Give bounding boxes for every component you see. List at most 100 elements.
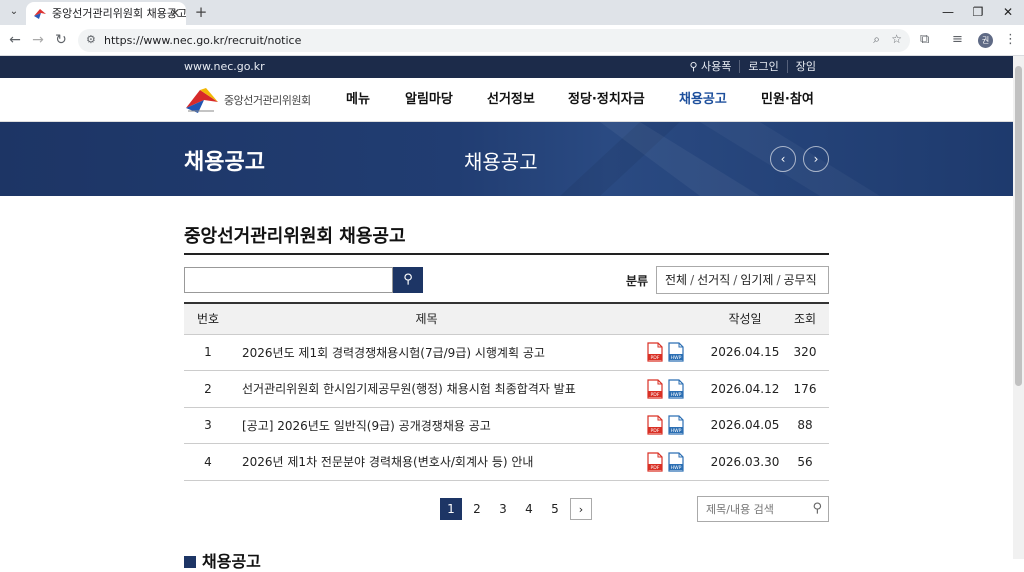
banner-next-button[interactable]: › bbox=[803, 146, 829, 172]
pdf-file-icon[interactable]: PDF bbox=[646, 379, 663, 399]
category-fixed-term[interactable]: 임기제 bbox=[740, 273, 773, 287]
zoom-icon[interactable]: ⌕ bbox=[873, 32, 880, 47]
page-3[interactable]: 3 bbox=[492, 498, 514, 520]
utility-link-login[interactable]: 로그인 bbox=[739, 60, 786, 73]
svg-text:HWP: HWP bbox=[670, 465, 681, 471]
pdf-file-icon[interactable]: PDF bbox=[646, 452, 663, 472]
browser-toolbar: ← → ↻ ⚙ https://www.nec.go.kr/recruit/no… bbox=[0, 25, 1024, 56]
page-scrollbar[interactable] bbox=[1013, 56, 1024, 559]
hwp-file-icon[interactable]: HWP bbox=[667, 342, 684, 362]
maximize-icon[interactable]: ❐ bbox=[962, 0, 994, 25]
profile-avatar[interactable]: 권 bbox=[978, 33, 993, 48]
logo-emblem-icon bbox=[186, 88, 218, 113]
site-logo[interactable]: 중앙선거관리위원회 bbox=[184, 86, 311, 114]
board-search: ⚲ bbox=[697, 496, 829, 522]
page-title: 중앙선거관리위원회 채용공고 bbox=[184, 226, 406, 247]
svg-text:PDF: PDF bbox=[650, 355, 659, 361]
forward-icon[interactable]: → bbox=[29, 31, 47, 49]
column-header-date: 작성일 bbox=[709, 303, 781, 335]
svg-text:PDF: PDF bbox=[650, 465, 659, 471]
pdf-file-icon[interactable]: PDF bbox=[646, 342, 663, 362]
category-election[interactable]: 선거직 bbox=[697, 273, 730, 287]
category-label: 분류 bbox=[626, 274, 649, 288]
window-close-icon[interactable]: ✕ bbox=[992, 0, 1024, 25]
svg-text:PDF: PDF bbox=[650, 392, 659, 398]
pdf-file-icon[interactable]: PDF bbox=[646, 415, 663, 435]
utility-link-3[interactable]: 장임 bbox=[786, 60, 824, 73]
table-row[interactable]: 3 [공고] 2026년도 일반직(9급) 공개경쟁채용 공고 PDF HWP 2026… bbox=[184, 407, 829, 444]
row-title-link[interactable]: [공고] 2026년도 일반직(9급) 공개경쟁채용 공고 bbox=[232, 407, 621, 444]
menu-item-notice[interactable]: 알림마당 bbox=[405, 78, 487, 122]
utility-link-user[interactable]: ⚲ 사용폭 bbox=[681, 60, 739, 73]
page-5[interactable]: 5 bbox=[544, 498, 566, 520]
table-header-row: 번호 제목 작성일 조회 bbox=[184, 303, 829, 335]
search-icon: ⚲ bbox=[403, 272, 413, 287]
browser-tab[interactable]: 중앙선거관리위원회 채용공고 ✕ bbox=[26, 2, 186, 25]
menu-item-recruit[interactable]: 채용공고 bbox=[679, 78, 761, 122]
recruit-table: 번호 제목 작성일 조회 1 2026년도 제1회 경력경쟁채용시험(7급/9급)… bbox=[184, 302, 829, 481]
hwp-file-icon[interactable]: HWP bbox=[667, 452, 684, 472]
row-attachments: PDF HWP bbox=[621, 407, 709, 444]
page-1[interactable]: 1 bbox=[440, 498, 462, 520]
minimize-icon[interactable]: — bbox=[932, 0, 964, 25]
back-icon[interactable]: ← bbox=[6, 31, 24, 49]
category-filter: 전체 / 선거직 / 임기제 / 공무직 bbox=[656, 266, 829, 294]
page-4[interactable]: 4 bbox=[518, 498, 540, 520]
table-row[interactable]: 1 2026년도 제1회 경력경쟁채용시험(7급/9급) 시행계획 공고 PDF HW… bbox=[184, 334, 829, 371]
extensions-icon[interactable]: ⧉ bbox=[920, 32, 929, 47]
bookmark-star-icon[interactable]: ☆ bbox=[891, 32, 902, 46]
row-views: 56 bbox=[781, 443, 829, 481]
row-views: 88 bbox=[781, 407, 829, 444]
row-views: 176 bbox=[781, 370, 829, 408]
tab-search-button[interactable]: ⌄ bbox=[4, 3, 24, 21]
search-icon[interactable]: ⚲ bbox=[812, 501, 822, 516]
pagination: 1 2 3 4 5 › bbox=[440, 498, 592, 520]
more-menu-icon[interactable]: ⋮ bbox=[1004, 32, 1017, 47]
category-all[interactable]: 전체 bbox=[665, 273, 687, 287]
favicon-icon bbox=[34, 9, 46, 19]
reload-icon[interactable]: ↻ bbox=[52, 31, 70, 49]
row-title-link[interactable]: 2026년 제1차 전문분야 경력채용(변호사/회계사 등) 안내 bbox=[232, 443, 621, 481]
category-public-worker[interactable]: 공무직 bbox=[783, 273, 816, 287]
page-2[interactable]: 2 bbox=[466, 498, 488, 520]
row-number: 3 bbox=[184, 407, 232, 444]
svg-text:HWP: HWP bbox=[670, 428, 681, 434]
menu-item-menu[interactable]: 메뉴 bbox=[346, 78, 405, 122]
row-title-link[interactable]: 선거관리위원회 한시임기제공무원(행정) 채용시험 최종합격자 발표 bbox=[232, 370, 621, 408]
menu-item-party-funds[interactable]: 정당·정치자금 bbox=[568, 78, 679, 122]
scrollbar-thumb[interactable] bbox=[1015, 66, 1022, 386]
hwp-file-icon[interactable]: HWP bbox=[667, 415, 684, 435]
row-date: 2026.03.30 bbox=[709, 443, 781, 481]
tab-title: 중앙선거관리위원회 채용공고 bbox=[52, 7, 186, 20]
board-search-input[interactable] bbox=[698, 497, 802, 521]
row-date: 2026.04.12 bbox=[709, 370, 781, 408]
address-bar[interactable]: ⚙ https://www.nec.go.kr/recruit/notice ⌕… bbox=[78, 29, 910, 52]
media-control-icon[interactable]: ≡ bbox=[952, 32, 963, 47]
banner-subtitle: 채용공고 bbox=[464, 150, 538, 174]
next-page-button[interactable]: › bbox=[570, 498, 592, 520]
table-row[interactable]: 4 2026년 제1차 전문분야 경력채용(변호사/회계사 등) 안내 PDF HWP… bbox=[184, 443, 829, 481]
close-icon[interactable]: ✕ bbox=[170, 2, 180, 25]
url-text[interactable]: https://www.nec.go.kr/recruit/notice bbox=[104, 29, 301, 52]
menu-item-civil-service[interactable]: 민원·참여 bbox=[761, 78, 841, 122]
hwp-file-icon[interactable]: HWP bbox=[667, 379, 684, 399]
user-icon: ⚲ bbox=[689, 60, 701, 73]
row-attachments: PDF HWP bbox=[621, 334, 709, 371]
search-button[interactable]: ⚲ bbox=[393, 267, 423, 293]
site-info-icon[interactable]: ⚙ bbox=[86, 33, 96, 46]
menu-item-election-info[interactable]: 선거정보 bbox=[487, 78, 568, 122]
site-domain: www.nec.go.kr bbox=[184, 60, 265, 73]
row-date: 2026.04.05 bbox=[709, 407, 781, 444]
title-divider bbox=[184, 253, 829, 255]
row-number: 4 bbox=[184, 443, 232, 481]
banner-prev-button[interactable]: ‹ bbox=[770, 146, 796, 172]
column-header-no: 번호 bbox=[184, 303, 232, 335]
site-utility-bar: www.nec.go.kr ⚲ 사용폭 로그인 장임 bbox=[0, 56, 1013, 78]
search-form: ⚲ bbox=[184, 267, 423, 293]
new-tab-button[interactable]: + bbox=[191, 2, 211, 22]
row-title-link[interactable]: 2026년도 제1회 경력경쟁채용시험(7급/9급) 시행계획 공고 bbox=[232, 334, 621, 371]
column-header-files bbox=[621, 303, 709, 335]
svg-text:PDF: PDF bbox=[650, 428, 659, 434]
table-row[interactable]: 2 선거관리위원회 한시임기제공무원(행정) 채용시험 최종합격자 발표 PDF HW… bbox=[184, 370, 829, 408]
search-input[interactable] bbox=[184, 267, 393, 293]
